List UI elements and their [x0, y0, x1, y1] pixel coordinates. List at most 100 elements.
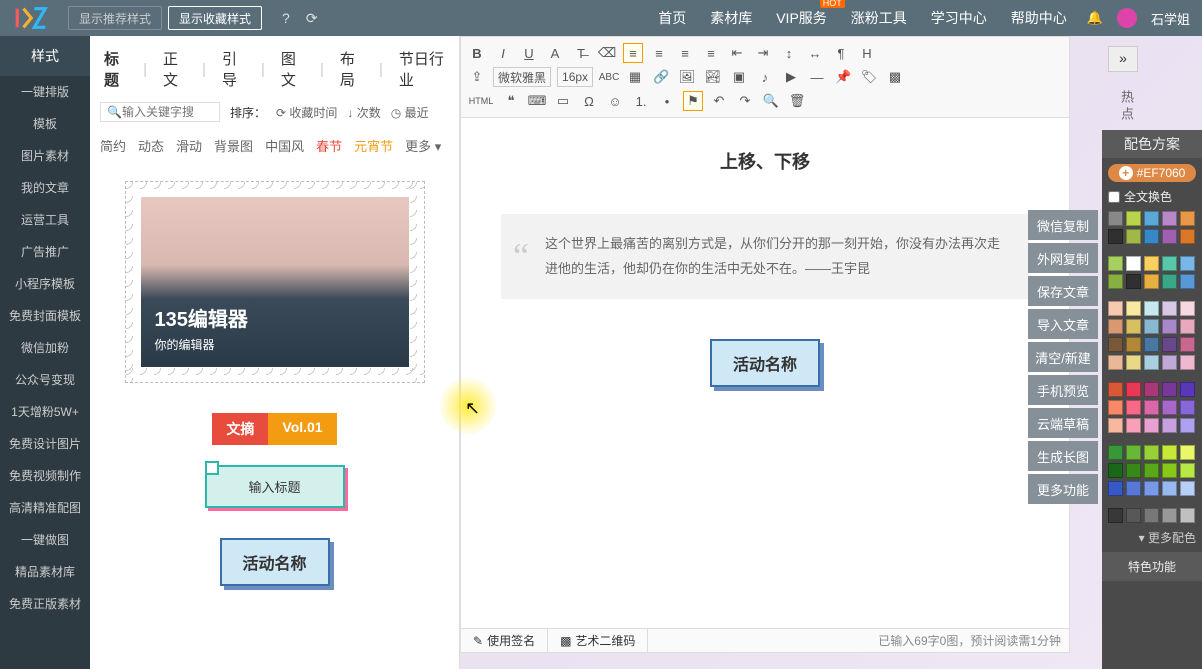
- swatch-1-4[interactable]: [1180, 229, 1195, 244]
- swatch-13-4[interactable]: [1180, 481, 1195, 496]
- quote-icon[interactable]: ❝: [501, 91, 521, 111]
- audio-icon[interactable]: ♪: [755, 67, 775, 87]
- swatch-8-4[interactable]: [1180, 382, 1195, 397]
- tab-3[interactable]: 图文: [277, 48, 308, 90]
- mode-recommend[interactable]: 显示推荐样式: [68, 6, 162, 30]
- refresh-icon[interactable]: ⟳: [306, 10, 318, 27]
- feature-button[interactable]: 特色功能: [1102, 552, 1202, 581]
- indent-dec-icon[interactable]: ⇤: [727, 43, 747, 63]
- rail-15[interactable]: 一键做图: [0, 524, 90, 556]
- swatch-0-0[interactable]: [1108, 211, 1123, 226]
- swatch-8-3[interactable]: [1162, 382, 1177, 397]
- swatch-9-4[interactable]: [1180, 400, 1195, 415]
- action-7[interactable]: 生成长图: [1028, 441, 1098, 471]
- swatch-5-0[interactable]: [1108, 319, 1123, 334]
- username[interactable]: 石学姐: [1151, 9, 1190, 28]
- main-color[interactable]: + #EF7060: [1108, 164, 1196, 182]
- filter-3[interactable]: 背景图: [214, 136, 253, 155]
- swatch-2-0[interactable]: [1108, 256, 1123, 271]
- canvas-activity[interactable]: 活动名称: [710, 339, 820, 387]
- rail-2[interactable]: 模板: [0, 108, 90, 140]
- rail-5[interactable]: 运营工具: [0, 204, 90, 236]
- swatch-4-4[interactable]: [1180, 301, 1195, 316]
- editor-canvas[interactable]: 上移、下移 这个世界上最痛苦的离别方式是，从你们分开的那一刻开始，你没有办法再次…: [460, 118, 1070, 629]
- swatch-5-4[interactable]: [1180, 319, 1195, 334]
- template-activity[interactable]: 活动名称: [220, 538, 330, 586]
- filter-1[interactable]: 动态: [138, 136, 164, 155]
- swatch-4-1[interactable]: [1126, 301, 1141, 316]
- avatar[interactable]: [1117, 8, 1137, 28]
- sort-count[interactable]: ↓ 次数: [347, 104, 380, 121]
- swatch-13-3[interactable]: [1162, 481, 1177, 496]
- sidetab-hotspot[interactable]: 热点: [1114, 84, 1138, 130]
- tab-5[interactable]: 节日行业: [395, 48, 449, 90]
- hr-icon[interactable]: —: [807, 67, 827, 87]
- indent-inc-icon[interactable]: ⇥: [753, 43, 773, 63]
- rail-10[interactable]: 公众号变现: [0, 364, 90, 396]
- swatch-6-1[interactable]: [1126, 337, 1141, 352]
- tab-1[interactable]: 正文: [159, 48, 190, 90]
- swatch-10-0[interactable]: [1108, 418, 1123, 433]
- redo-icon[interactable]: ↷: [735, 91, 755, 111]
- swatch-0-1[interactable]: [1126, 211, 1141, 226]
- swatch-4-0[interactable]: [1108, 301, 1123, 316]
- logo[interactable]: [12, 3, 62, 33]
- swatch-11-0[interactable]: [1108, 445, 1123, 460]
- sort-recent[interactable]: ◷ 最近: [391, 104, 429, 121]
- filter-7[interactable]: 更多 ▾: [405, 136, 441, 155]
- code-icon[interactable]: ⌨: [527, 91, 547, 111]
- swatch-14-4[interactable]: [1180, 508, 1195, 523]
- swatch-3-1[interactable]: [1126, 274, 1141, 289]
- swatch-7-3[interactable]: [1162, 355, 1177, 370]
- swatch-5-1[interactable]: [1126, 319, 1141, 334]
- swatch-11-4[interactable]: [1180, 445, 1195, 460]
- action-4[interactable]: 清空/新建: [1028, 342, 1098, 372]
- canvas-heading[interactable]: 上移、下移: [501, 148, 1029, 174]
- swatch-5-3[interactable]: [1162, 319, 1177, 334]
- swatch-8-2[interactable]: [1144, 382, 1159, 397]
- sort-favtime[interactable]: ⟳ 收藏时间: [276, 104, 337, 121]
- abc-icon[interactable]: ABC: [599, 67, 619, 87]
- swatch-2-2[interactable]: [1144, 256, 1159, 271]
- swatch-3-3[interactable]: [1162, 274, 1177, 289]
- rail-1[interactable]: 一键排版: [0, 76, 90, 108]
- action-0[interactable]: 微信复制: [1028, 210, 1098, 240]
- swatch-14-3[interactable]: [1162, 508, 1177, 523]
- swatch-6-0[interactable]: [1108, 337, 1123, 352]
- align-left-icon[interactable]: ≡: [623, 43, 643, 63]
- gallery-icon[interactable]: ▣: [729, 67, 749, 87]
- rail-13[interactable]: 免费视频制作: [0, 460, 90, 492]
- filter-4[interactable]: 中国风: [265, 136, 304, 155]
- tab-2[interactable]: 引导: [218, 48, 249, 90]
- pin-icon[interactable]: 📌: [833, 67, 853, 87]
- swatch-1-0[interactable]: [1108, 229, 1123, 244]
- link-icon[interactable]: 🔗: [651, 67, 671, 87]
- bold-icon[interactable]: B: [467, 43, 487, 63]
- swatch-12-3[interactable]: [1162, 463, 1177, 478]
- line-height-icon[interactable]: ↕: [779, 43, 799, 63]
- more-colors[interactable]: ▾ 更多配色: [1108, 529, 1196, 546]
- swatch-9-1[interactable]: [1126, 400, 1141, 415]
- quote-block[interactable]: 这个世界上最痛苦的离别方式是，从你们分开的那一刻开始，你没有办法再次走进他的生活…: [501, 214, 1029, 299]
- rail-7[interactable]: 小程序模板: [0, 268, 90, 300]
- swatch-3-0[interactable]: [1108, 274, 1123, 289]
- swatch-3-2[interactable]: [1144, 274, 1159, 289]
- symbol-icon[interactable]: Ω: [579, 91, 599, 111]
- template-title[interactable]: 输入标题: [205, 465, 345, 508]
- rail-16[interactable]: 精品素材库: [0, 556, 90, 588]
- font-color-icon[interactable]: A: [545, 43, 565, 63]
- swatch-13-1[interactable]: [1126, 481, 1141, 496]
- swatch-6-3[interactable]: [1162, 337, 1177, 352]
- filter-6[interactable]: 元宵节: [354, 136, 393, 155]
- swatch-13-2[interactable]: [1144, 481, 1159, 496]
- nav-3[interactable]: 涨粉工具: [851, 8, 907, 28]
- swatch-11-3[interactable]: [1162, 445, 1177, 460]
- rail-14[interactable]: 高清精准配图: [0, 492, 90, 524]
- card-icon[interactable]: ▭: [553, 91, 573, 111]
- swatch-10-4[interactable]: [1180, 418, 1195, 433]
- action-5[interactable]: 手机预览: [1028, 375, 1098, 405]
- tag-icon[interactable]: 🏷: [859, 67, 879, 87]
- swatch-5-2[interactable]: [1144, 319, 1159, 334]
- image-icon[interactable]: 🖼: [677, 67, 697, 87]
- italic-icon[interactable]: I: [493, 43, 513, 63]
